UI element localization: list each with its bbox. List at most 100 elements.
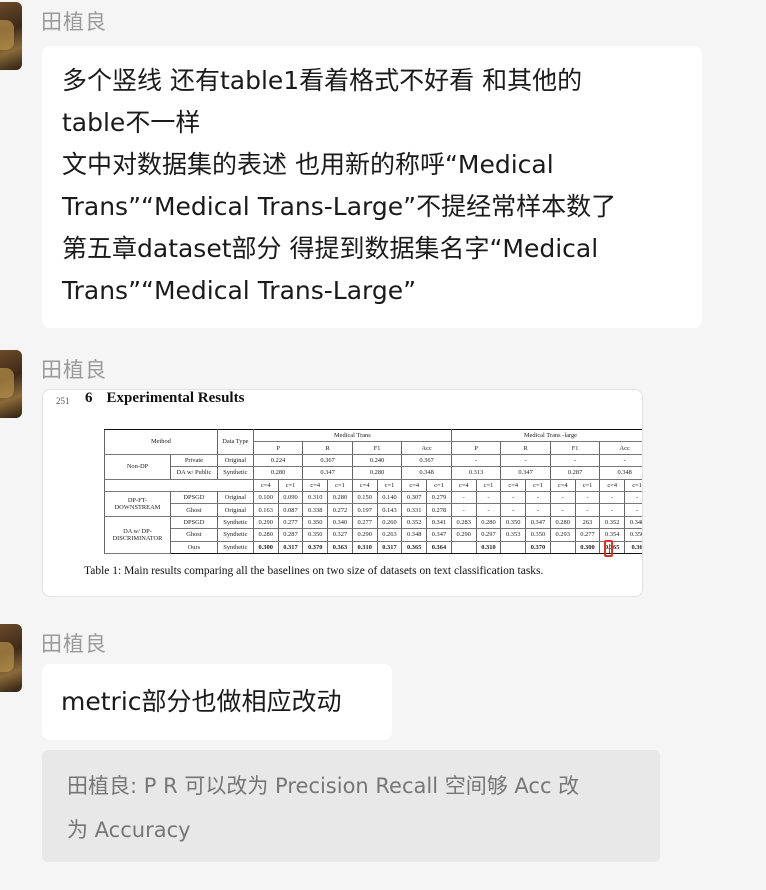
- quoted-message[interactable]: 田植良: P R 可以改为 Precision Recall 空间够 Acc 改…: [42, 750, 660, 862]
- avatar[interactable]: [0, 350, 22, 418]
- table-cell: 0.347: [500, 466, 551, 480]
- table-cell: [500, 540, 527, 554]
- table-cell: Ghost: [169, 528, 218, 542]
- table-cell: 0.300: [574, 540, 601, 554]
- table-cell: 0.347: [302, 466, 353, 480]
- section-number: 6: [85, 390, 93, 406]
- table-cell: 0.367: [302, 453, 353, 468]
- table-cell: 0.280: [351, 466, 403, 480]
- table-cell: Private: [169, 453, 218, 468]
- table-cell: -: [549, 503, 576, 517]
- table-cell: 0.280: [549, 515, 576, 530]
- table-cell: 0.307: [401, 490, 428, 505]
- table-cell: 0.297: [475, 528, 502, 542]
- table-cell: 0.240: [351, 453, 403, 468]
- method-group-label: DP-FT-: [127, 496, 148, 504]
- table-caption: Table 1: Main results comparing all the …: [84, 565, 544, 577]
- table-cell: Ghost: [169, 503, 218, 517]
- table-cell: c=4: [302, 478, 329, 492]
- table-cell: 0.283: [450, 515, 477, 530]
- table-cell: 0.287: [549, 466, 601, 480]
- table-cell: Original: [216, 453, 254, 468]
- avatar[interactable]: [0, 624, 22, 692]
- table-cell: 0.290: [450, 528, 477, 542]
- table-cell: -: [549, 453, 601, 468]
- table-cell: 0.260: [376, 515, 403, 530]
- table-cell: 0.280: [252, 528, 279, 542]
- table-cell: c=4: [401, 478, 428, 492]
- table-cell: 0.310: [302, 490, 329, 505]
- table-cell: 0.370: [525, 540, 551, 554]
- table-header: Method: [104, 429, 218, 455]
- table-cell: 0.340: [327, 515, 353, 530]
- table-cell: 0.290: [351, 528, 378, 542]
- table-cell: 0.370: [302, 540, 329, 554]
- table-header: F1: [351, 441, 403, 455]
- avatar[interactable]: [0, 2, 22, 70]
- table-cell: c=4: [351, 478, 378, 492]
- table-cell: -: [599, 503, 626, 517]
- table-cell: c=4: [450, 478, 477, 492]
- table-cell: 0.352: [401, 515, 428, 530]
- table-header: R: [302, 441, 353, 455]
- table-header: Acc: [599, 441, 642, 455]
- text-cursor-highlight: [604, 540, 613, 557]
- message-line: 多个竖线 还有table1看着格式不好看 和其他的: [62, 66, 583, 95]
- table-cell: -: [500, 503, 527, 517]
- table-cell: -: [525, 490, 551, 505]
- table-cell: 0.143: [376, 503, 403, 517]
- table-cell: 0.197: [351, 503, 378, 517]
- table-cell: 0.150: [351, 490, 378, 505]
- table-cell: 0.338: [302, 503, 329, 517]
- table-cell: 0.327: [327, 528, 353, 542]
- table-cell: 0.279: [426, 490, 452, 505]
- table-cell: c=1: [376, 478, 403, 492]
- table-cell: 0.163: [252, 503, 279, 517]
- table-cell: 0.277: [277, 515, 304, 530]
- table-cell: 263: [574, 515, 601, 530]
- table-cell: 0.224: [252, 453, 304, 468]
- paper-line-number: 251: [56, 396, 70, 406]
- table-cell: c=1: [475, 478, 502, 492]
- table-cell: 0.350: [302, 515, 329, 530]
- message-line: Trans”“Medical Trans-Large”: [62, 276, 417, 305]
- table-cell: c=4: [252, 478, 279, 492]
- table-cell: 0.364: [426, 540, 452, 554]
- table-cell: Synthetic: [216, 540, 254, 554]
- message-bubble[interactable]: 多个竖线 还有table1看着格式不好看 和其他的 table不一样 文中对数据…: [42, 46, 702, 328]
- table-cell: Original: [216, 490, 254, 505]
- table-cell: 0.350: [525, 528, 551, 542]
- table-cell: c=1: [574, 478, 601, 492]
- table-cell: c=1: [426, 478, 452, 492]
- table-cell: 0.350: [500, 515, 527, 530]
- table-cell: DPSGD: [169, 515, 218, 530]
- message-line: Trans”“Medical Trans-Large”不提经常样本数了: [62, 192, 617, 221]
- message-bubble[interactable]: metric部分也做相应改动: [42, 664, 392, 740]
- table-header: R: [500, 441, 551, 455]
- table-cell: 0.087: [277, 503, 304, 517]
- table-cell: Ours: [169, 540, 218, 554]
- table-header: Data Type: [216, 429, 254, 455]
- section-title: Experimental Results: [106, 390, 245, 406]
- table-cell: 0.347: [426, 528, 452, 542]
- table-cell: -: [450, 503, 477, 517]
- message-text: metric部分也做相应改动: [61, 687, 342, 716]
- table-cell: 0.331: [401, 503, 428, 517]
- table-cell: 0.367: [401, 453, 452, 468]
- message-line: table不一样: [62, 108, 201, 137]
- table-cell: DA w/ DP- DISCRIMINATOR: [104, 515, 171, 554]
- table-cell: 0.313: [450, 466, 502, 480]
- sender-name: 田植良: [41, 10, 107, 34]
- table-cell: -: [624, 503, 642, 517]
- table-cell: 0.353: [500, 528, 527, 542]
- table-cell: 0.280: [252, 466, 304, 480]
- table-cell: 0.36: [624, 540, 642, 554]
- table-cell: 0.263: [376, 528, 403, 542]
- table-cell: 0.277: [574, 528, 601, 542]
- table-cell: -: [599, 453, 642, 468]
- table-cell: -: [500, 453, 551, 468]
- table-header: Medical Trans -large: [450, 428, 642, 443]
- method-group-label: DOWNSTREAM: [114, 503, 161, 511]
- image-message[interactable]: 251 6 Experimental Results Method Data Ty…: [42, 389, 643, 597]
- table-cell: [104, 478, 254, 492]
